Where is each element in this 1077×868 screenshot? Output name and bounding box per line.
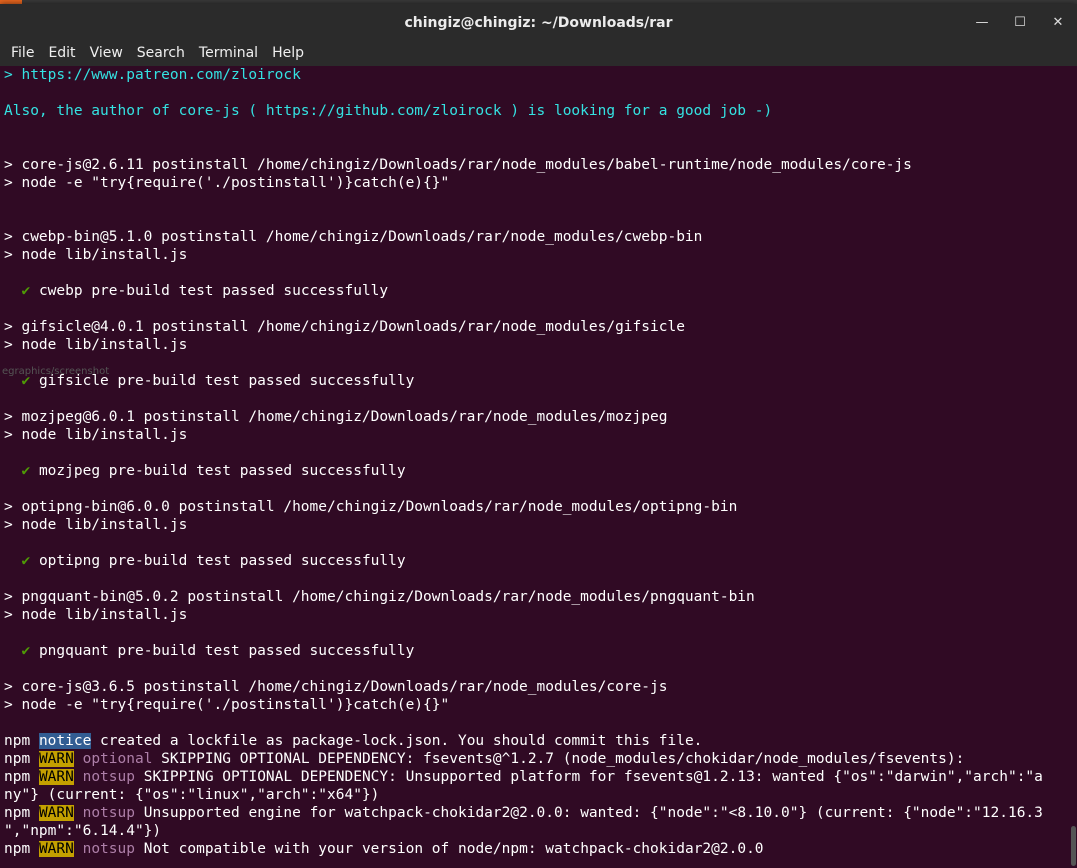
optional-tag: optional bbox=[82, 751, 153, 767]
npm-message: Not compatible with your version of node… bbox=[134, 841, 764, 857]
terminal-output[interactable]: > https://www.patreon.com/zloirock Also,… bbox=[0, 66, 1077, 868]
scrollbar[interactable] bbox=[1069, 66, 1077, 868]
terminal-line: > node lib/install.js bbox=[4, 517, 188, 533]
maximize-button[interactable]: ☐ bbox=[1001, 4, 1039, 41]
terminal-line: > mozjpeg@6.0.1 postinstall /home/chingi… bbox=[4, 409, 668, 425]
terminal-line: npm WARN optional SKIPPING OPTIONAL DEPE… bbox=[4, 750, 1077, 768]
check-icon: ✔ bbox=[21, 553, 31, 569]
terminal-line: > node -e "try{require('./postinstall')}… bbox=[4, 697, 450, 713]
terminal-line: > core-js@3.6.5 postinstall /home/chingi… bbox=[4, 679, 668, 695]
warn-badge: WARN bbox=[38, 769, 74, 785]
close-button[interactable]: ✕ bbox=[1039, 4, 1077, 41]
npm-label: npm bbox=[4, 769, 31, 785]
warn-badge: WARN bbox=[38, 841, 74, 857]
terminal-line: > node lib/install.js bbox=[4, 427, 188, 443]
npm-label: npm bbox=[4, 805, 31, 821]
window-title: chingiz@chingiz: ~/Downloads/rar bbox=[404, 14, 673, 31]
minimize-button[interactable]: — bbox=[963, 4, 1001, 41]
check-icon: ✔ bbox=[21, 643, 31, 659]
terminal-line: ny"} (current: {"os":"linux","arch":"x64… bbox=[4, 787, 380, 803]
npm-message: Unsupported engine for watchpack-chokida… bbox=[134, 805, 1043, 821]
scrollbar-thumb[interactable] bbox=[1071, 826, 1076, 866]
terminal-window: chingiz@chingiz: ~/Downloads/rar — ☐ ✕ F… bbox=[0, 4, 1077, 868]
terminal-line: ✔ pngquant pre-build test passed success… bbox=[4, 642, 1077, 660]
terminal-line: ✔ cwebp pre-build test passed successful… bbox=[4, 282, 1077, 300]
menu-help[interactable]: Help bbox=[265, 41, 311, 66]
terminal-line: > core-js@2.6.11 postinstall /home/ching… bbox=[4, 157, 912, 173]
terminal-line: > node lib/install.js bbox=[4, 337, 188, 353]
notice-badge: notice bbox=[38, 733, 92, 749]
test-result: cwebp pre-build test passed successfully bbox=[38, 283, 389, 299]
notsup-tag: notsup bbox=[82, 769, 135, 785]
terminal-line: > node -e "try{require('./postinstall')}… bbox=[4, 175, 450, 191]
notsup-tag: notsup bbox=[82, 841, 135, 857]
npm-label: npm bbox=[4, 751, 31, 767]
test-result: mozjpeg pre-build test passed successful… bbox=[38, 463, 406, 479]
check-icon: ✔ bbox=[21, 463, 31, 479]
terminal-line: > pngquant-bin@5.0.2 postinstall /home/c… bbox=[4, 589, 755, 605]
terminal-line: npm WARN notsup Unsupported engine for w… bbox=[4, 804, 1077, 822]
menu-file[interactable]: File bbox=[4, 41, 41, 66]
warn-badge: WARN bbox=[38, 751, 74, 767]
terminal-line: ✔ gifsicle pre-build test passed success… bbox=[4, 372, 1077, 390]
npm-message: created a lockfile as package-lock.json.… bbox=[91, 733, 703, 749]
check-icon: ✔ bbox=[21, 283, 31, 299]
terminal-line: > node lib/install.js bbox=[4, 607, 188, 623]
terminal-line: ","npm":"6.14.4"}) bbox=[4, 823, 162, 839]
menu-view[interactable]: View bbox=[83, 41, 130, 66]
npm-label: npm bbox=[4, 841, 31, 857]
terminal-line: > node lib/install.js bbox=[4, 247, 188, 263]
terminal-line: > https://www.patreon.com/zloirock bbox=[4, 67, 301, 83]
terminal-line: > cwebp-bin@5.1.0 postinstall /home/chin… bbox=[4, 229, 703, 245]
menu-search[interactable]: Search bbox=[130, 41, 192, 66]
warn-badge: WARN bbox=[38, 805, 74, 821]
menu-edit[interactable]: Edit bbox=[41, 41, 82, 66]
title-bar[interactable]: chingiz@chingiz: ~/Downloads/rar — ☐ ✕ bbox=[0, 4, 1077, 41]
terminal-line: > optipng-bin@6.0.0 postinstall /home/ch… bbox=[4, 499, 738, 515]
test-result: pngquant pre-build test passed successfu… bbox=[38, 643, 415, 659]
menu-bar: File Edit View Search Terminal Help bbox=[0, 41, 1077, 66]
terminal-line: Also, the author of core-js ( https://gi… bbox=[4, 103, 773, 119]
npm-message: SKIPPING OPTIONAL DEPENDENCY: Unsupporte… bbox=[134, 769, 1043, 785]
terminal-line: npm WARN notsup Not compatible with your… bbox=[4, 840, 1077, 858]
terminal-line: ✔ optipng pre-build test passed successf… bbox=[4, 552, 1077, 570]
test-result: optipng pre-build test passed successful… bbox=[38, 553, 406, 569]
npm-message: SKIPPING OPTIONAL DEPENDENCY: fsevents@^… bbox=[152, 751, 965, 767]
terminal-line: ✔ mozjpeg pre-build test passed successf… bbox=[4, 462, 1077, 480]
ghost-overlay-text: egraphics/screenshot bbox=[2, 366, 110, 377]
terminal-line: > gifsicle@4.0.1 postinstall /home/ching… bbox=[4, 319, 685, 335]
terminal-line: npm WARN notsup SKIPPING OPTIONAL DEPEND… bbox=[4, 768, 1077, 786]
npm-label: npm bbox=[4, 733, 31, 749]
window-controls: — ☐ ✕ bbox=[963, 4, 1077, 41]
menu-terminal[interactable]: Terminal bbox=[192, 41, 265, 66]
terminal-line: npm notice created a lockfile as package… bbox=[4, 732, 1077, 750]
notsup-tag: notsup bbox=[82, 805, 135, 821]
